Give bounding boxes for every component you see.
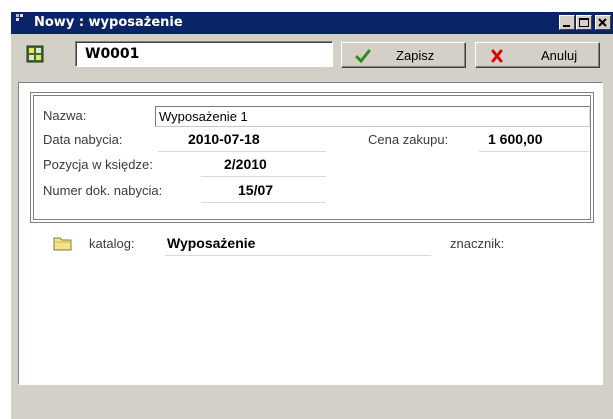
price-label: Cena zakupu: (368, 132, 449, 147)
save-label: Zapisz (396, 48, 435, 63)
minimize-button[interactable] (559, 15, 575, 30)
cancel-button[interactable]: Anuluj (475, 42, 600, 68)
window: Nowy : wyposażenie W0001 Zapisz Anuluj N… (11, 12, 613, 419)
name-value: Wyposażenie 1 (159, 109, 248, 124)
status-bar (11, 391, 613, 419)
minimize-icon (563, 25, 570, 27)
app-icon (16, 14, 23, 21)
date-field[interactable]: 2010-07-18 (188, 131, 260, 147)
record-icon (26, 45, 44, 63)
window-title: Nowy : wyposażenie (34, 15, 183, 30)
code-field[interactable]: W0001 (75, 41, 333, 67)
name-label: Nazwa: (43, 108, 87, 123)
document-field[interactable]: 15/07 (238, 182, 273, 198)
close-button[interactable] (595, 15, 611, 30)
save-button[interactable]: Zapisz (341, 42, 466, 68)
name-field[interactable]: Wyposażenie 1 (155, 106, 590, 127)
folder-icon (53, 237, 72, 251)
marker-label: znacznik: (450, 236, 505, 251)
maximize-icon (579, 18, 589, 27)
ledger-label: Pozycja w księdze: (43, 157, 153, 172)
date-label: Data nabycia: (43, 132, 123, 147)
catalog-label: katalog: (89, 236, 135, 251)
price-field[interactable]: 1 600,00 (488, 131, 543, 147)
cross-icon (491, 49, 503, 63)
code-value: W0001 (85, 46, 140, 62)
details-group: Nazwa: Wyposażenie 1 Data nabycia: 2010-… (30, 92, 594, 223)
catalog-field[interactable]: Wyposażenie (167, 235, 255, 251)
ledger-field[interactable]: 2/2010 (224, 156, 267, 172)
title-bar[interactable]: Nowy : wyposażenie (11, 12, 613, 34)
checkmark-icon (355, 49, 371, 64)
cancel-label: Anuluj (541, 48, 578, 63)
maximize-button[interactable] (576, 15, 592, 30)
form-panel: Nazwa: Wyposażenie 1 Data nabycia: 2010-… (18, 82, 603, 385)
document-label: Numer dok. nabycia: (43, 183, 163, 198)
close-icon (598, 18, 607, 27)
